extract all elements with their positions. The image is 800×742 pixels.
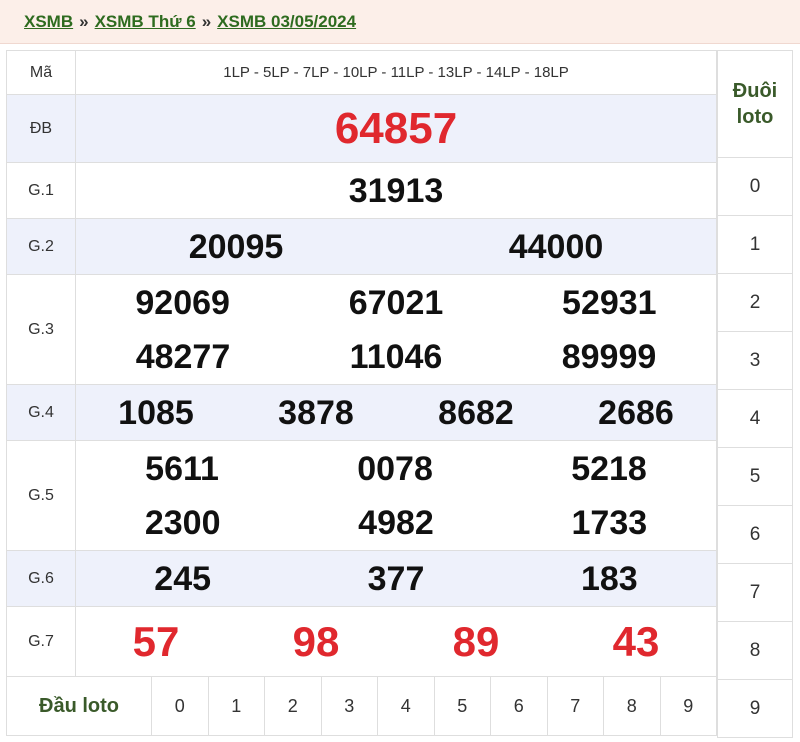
results-table: Mã 1LP - 5LP - 7LP - 10LP - 11LP - 13LP … (6, 50, 717, 677)
prize-number-g7: 98 (292, 617, 340, 665)
prize-row-g2: G.2 20095 44000 (6, 218, 717, 275)
breadcrumb-separator: » (201, 11, 212, 31)
duoi-loto-label-line1: Đuôi (732, 80, 778, 102)
prize-number-g6: 245 (154, 559, 212, 598)
prize-number-g4: 8682 (438, 393, 514, 432)
prize-number-g7: 89 (452, 617, 500, 665)
prize-row-g3: G.3 92069 67021 52931 48277 11046 89999 (6, 274, 717, 385)
ma-codes: 1LP - 5LP - 7LP - 10LP - 11LP - 13LP - 1… (75, 50, 717, 95)
prize-number-g5: 2300 (144, 503, 221, 542)
prize-label-db: ĐB (6, 94, 76, 163)
dau-loto-label: Đầu loto (6, 676, 152, 736)
prize-number-g2: 20095 (188, 227, 284, 266)
prize-row-db: ĐB 64857 (6, 94, 717, 163)
prize-number-g7: 43 (612, 617, 660, 665)
duoi-loto-digit[interactable]: 0 (717, 157, 793, 216)
prize-number-g5: 5218 (571, 449, 647, 488)
prize-number-g3: 52931 (562, 283, 657, 322)
duoi-loto-digit[interactable]: 4 (717, 389, 793, 448)
duoi-loto-digit[interactable]: 3 (717, 331, 793, 390)
dau-loto-digit[interactable]: 6 (490, 676, 548, 736)
duoi-loto-digit[interactable]: 8 (717, 621, 793, 680)
dau-loto-digit[interactable]: 0 (151, 676, 209, 736)
prize-number-g7: 57 (132, 617, 180, 665)
prize-number-g3: 11046 (349, 337, 443, 376)
duoi-loto-digit[interactable]: 2 (717, 273, 793, 332)
prize-number-db: 64857 (334, 103, 458, 153)
prize-number-g3: 92069 (135, 283, 230, 322)
prize-label-g6: G.6 (6, 550, 76, 607)
duoi-loto-digit[interactable]: 1 (717, 215, 793, 274)
dau-loto-digit[interactable]: 3 (320, 676, 378, 736)
prize-number-g5: 5611 (145, 449, 219, 488)
duoi-loto-digit[interactable]: 7 (717, 563, 793, 622)
prize-row-g1: G.1 31913 (6, 162, 717, 219)
dau-loto-table: Đầu loto 0 1 2 3 4 5 6 7 8 9 (6, 676, 717, 736)
prize-number-g4: 1085 (118, 393, 194, 432)
prize-number-g1: 31913 (348, 171, 444, 210)
prize-number-g4: 2686 (598, 393, 674, 432)
prize-label-g7: G.7 (6, 606, 76, 677)
prize-number-g4: 3878 (278, 393, 354, 432)
dau-loto-digit[interactable]: 7 (546, 676, 604, 736)
prize-number-g3: 48277 (135, 337, 231, 376)
prize-row-g6: G.6 245 377 183 (6, 550, 717, 607)
prize-number-g5: 4982 (358, 503, 434, 542)
duoi-loto-digit[interactable]: 9 (717, 679, 793, 738)
breadcrumb-link-xsmb[interactable]: XSMB (24, 12, 73, 32)
prize-number-g5: 0078 (357, 449, 433, 488)
prize-number-g6: 183 (580, 559, 638, 598)
prize-label-g5: G.5 (6, 440, 76, 551)
duoi-loto-digit[interactable]: 6 (717, 505, 793, 564)
breadcrumb-separator: » (79, 11, 89, 31)
prize-number-g6: 377 (367, 559, 425, 598)
ma-row: Mã 1LP - 5LP - 7LP - 10LP - 11LP - 13LP … (6, 50, 717, 95)
prize-label-g1: G.1 (6, 162, 76, 219)
prize-number-g2: 44000 (508, 227, 604, 266)
duoi-loto-label-line2: loto (736, 106, 774, 128)
breadcrumb-link-xsmb-date[interactable]: XSMB 03/05/2024 (217, 12, 356, 32)
prize-label-g2: G.2 (6, 218, 76, 275)
prize-number-g3: 89999 (561, 337, 657, 376)
prize-number-g5: 1733 (571, 503, 648, 542)
prize-row-g5: G.5 5611 0078 5218 2300 4982 1733 (6, 440, 717, 551)
dau-loto-digit[interactable]: 8 (603, 676, 661, 736)
breadcrumb: XSMB » XSMB Thứ 6 » XSMB 03/05/2024 (0, 0, 800, 44)
dau-loto-digit[interactable]: 9 (659, 676, 717, 736)
duoi-loto-table: Đuôi loto 0 1 2 3 4 5 6 7 8 9 (717, 50, 793, 738)
ma-label: Mã (6, 50, 76, 95)
dau-loto-digit[interactable]: 2 (264, 676, 322, 736)
dau-loto-digit[interactable]: 1 (207, 676, 265, 736)
prize-label-g4: G.4 (6, 384, 76, 441)
dau-loto-digit[interactable]: 4 (377, 676, 435, 736)
prize-row-g7: G.7 57 98 89 43 (6, 606, 717, 677)
prize-number-g3: 67021 (348, 283, 444, 322)
duoi-loto-header: Đuôi loto (717, 50, 793, 158)
prize-label-g3: G.3 (6, 274, 76, 385)
dau-loto-digit[interactable]: 5 (433, 676, 491, 736)
prize-row-g4: G.4 1085 3878 8682 2686 (6, 384, 717, 441)
duoi-loto-digit[interactable]: 5 (717, 447, 793, 506)
breadcrumb-link-xsmb-thu6[interactable]: XSMB Thứ 6 (95, 12, 196, 32)
